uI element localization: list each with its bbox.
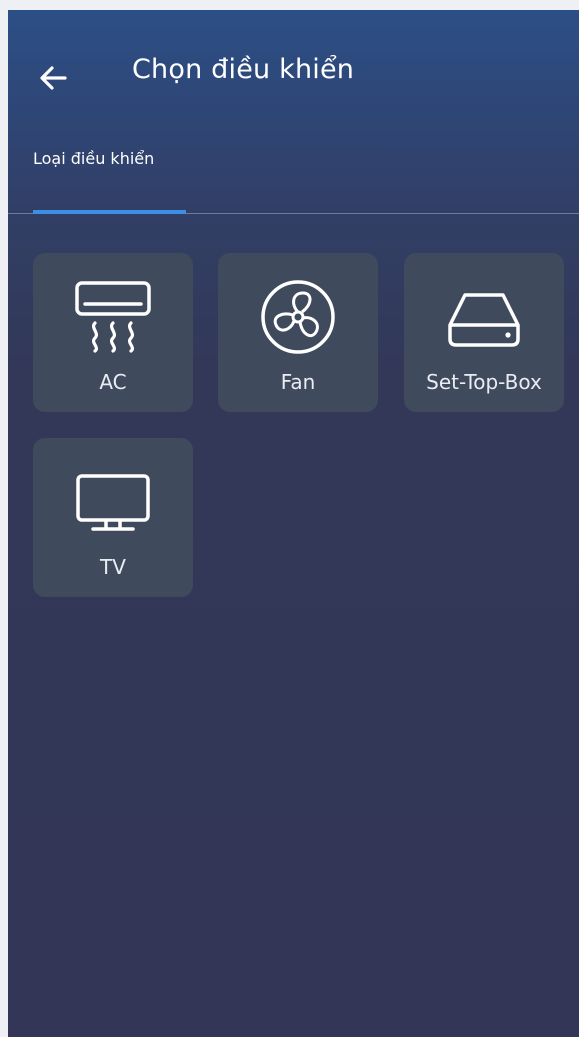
- tab-label: Loại điều khiển: [33, 149, 155, 168]
- tab-bar: Loại điều khiển: [8, 140, 579, 214]
- device-label: TV: [100, 555, 126, 579]
- device-tile-set-top-box[interactable]: Set-Top-Box: [404, 253, 564, 412]
- app-screen: Chọn điều khiển Loại điều khiển AC Fan S…: [8, 10, 579, 1037]
- set-top-box-icon: [444, 279, 524, 355]
- page-title: Chọn điều khiển: [132, 54, 355, 85]
- tab-remote-type[interactable]: Loại điều khiển: [33, 140, 186, 214]
- active-tab-indicator: [33, 210, 186, 214]
- arrow-left-icon: [40, 66, 67, 90]
- air-conditioner-icon: [73, 279, 153, 355]
- device-tile-tv[interactable]: TV: [33, 438, 193, 597]
- device-label: Set-Top-Box: [426, 370, 542, 394]
- back-button[interactable]: [34, 58, 74, 98]
- fan-icon: [258, 279, 338, 355]
- app-bar: Chọn điều khiển: [8, 10, 579, 140]
- device-label: Fan: [280, 370, 316, 394]
- device-tile-fan[interactable]: Fan: [218, 253, 378, 412]
- tv-icon: [73, 464, 153, 540]
- device-label: AC: [99, 370, 127, 394]
- device-tile-ac[interactable]: AC: [33, 253, 193, 412]
